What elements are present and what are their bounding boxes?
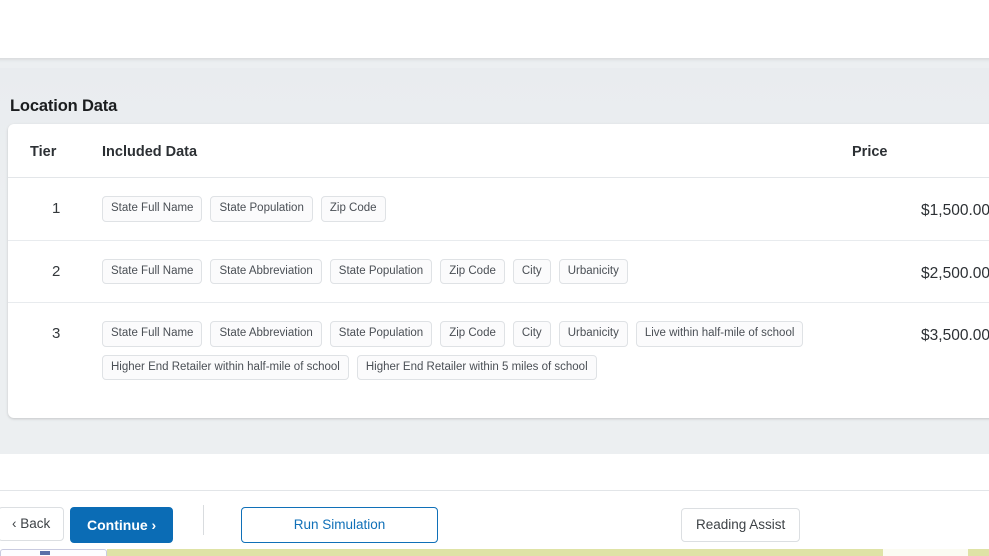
table-row: 3 State Full Name State Abbreviation Sta… — [8, 302, 989, 398]
included-data-cell: State Full Name State Abbreviation State… — [102, 239, 812, 303]
footer-toolbar: ‹ Back Continue › Run Simulation Reading… — [0, 504, 989, 543]
data-chip: City — [512, 258, 551, 284]
tier-number: 2 — [52, 262, 61, 280]
table-row: 2 State Full Name State Abbreviation Sta… — [8, 239, 989, 303]
tier-number: 1 — [52, 200, 61, 217]
included-data-cell: State Full Name State Abbreviation State… — [102, 302, 812, 398]
location-data-table: Tier Included Data Price 1 State Full Na… — [8, 124, 989, 398]
os-taskbar-band — [107, 549, 883, 556]
column-header-included-data: Included Data — [102, 124, 812, 178]
browser-tab-favicon-icon — [40, 551, 50, 555]
data-chip: Higher End Retailer within half-mile of … — [102, 354, 349, 380]
app-viewport: 3 # of Students by Gender # of Students … — [0, 0, 989, 556]
page-title: Location Data — [10, 97, 118, 115]
column-header-price: Price — [812, 124, 989, 178]
data-chip: State Abbreviation — [210, 258, 322, 284]
price-value: $1,500.00 — [921, 202, 989, 219]
location-data-card: Tier Included Data Price 1 State Full Na… — [8, 124, 989, 418]
price-value: $2,500.00 — [921, 264, 989, 282]
continue-button[interactable]: Continue › — [70, 507, 174, 543]
run-simulation-button[interactable]: Run Simulation — [241, 507, 438, 543]
data-chip: Zip Code — [440, 321, 505, 347]
included-data-cell: State Full Name State Population Zip Cod… — [102, 178, 812, 241]
data-chip: State Population — [329, 258, 433, 284]
data-chip: City — [512, 321, 551, 347]
previous-section-card: 3 # of Students by Gender # of Students … — [0, 0, 989, 58]
data-chip: State Population — [329, 321, 433, 347]
table-header: Tier Included Data Price — [8, 124, 989, 178]
price-cell: $3,500.00 — [812, 302, 989, 398]
data-chip: State Full Name — [102, 321, 203, 347]
toolbar-separator — [203, 505, 204, 535]
tier-cell: 1 — [8, 178, 102, 241]
chip-list: State Full Name State Abbreviation State… — [102, 241, 808, 303]
data-chip: State Abbreviation — [210, 321, 322, 347]
os-taskbar-band-right — [968, 549, 989, 556]
data-chip: Live within half-mile of school — [635, 321, 804, 347]
price-cell: $1,500.00 — [812, 178, 989, 241]
data-chip: Urbanicity — [558, 321, 628, 347]
os-taskbar-gap — [883, 549, 968, 556]
table-body: 1 State Full Name State Population Zip C… — [8, 178, 989, 398]
price-cell: $2,500.00 — [812, 239, 989, 303]
data-chip: State Full Name — [102, 196, 203, 222]
data-chip: Zip Code — [320, 196, 386, 222]
data-chip: Zip Code — [440, 258, 505, 284]
table-row: 1 State Full Name State Population Zip C… — [8, 178, 989, 241]
browser-tab-clipped[interactable] — [0, 549, 107, 556]
data-chip: Higher End Retailer within 5 miles of sc… — [356, 354, 597, 380]
tier-cell: 3 — [8, 302, 102, 398]
tier-number: 3 — [52, 325, 61, 342]
footer-divider — [0, 490, 989, 491]
price-value: $3,500.00 — [921, 327, 989, 344]
data-chip: State Population — [210, 196, 313, 222]
reading-assist-button[interactable]: Reading Assist — [681, 508, 801, 542]
data-chip: Urbanicity — [558, 258, 628, 284]
back-button[interactable]: ‹ Back — [0, 507, 65, 541]
chip-list: State Full Name State Population Zip Cod… — [102, 178, 808, 240]
tier-cell: 2 — [8, 239, 102, 303]
table-header-row: Tier Included Data Price — [8, 124, 989, 178]
column-header-tier: Tier — [8, 124, 102, 178]
chip-list: State Full Name State Abbreviation State… — [102, 303, 808, 398]
data-chip: State Full Name — [102, 258, 203, 284]
